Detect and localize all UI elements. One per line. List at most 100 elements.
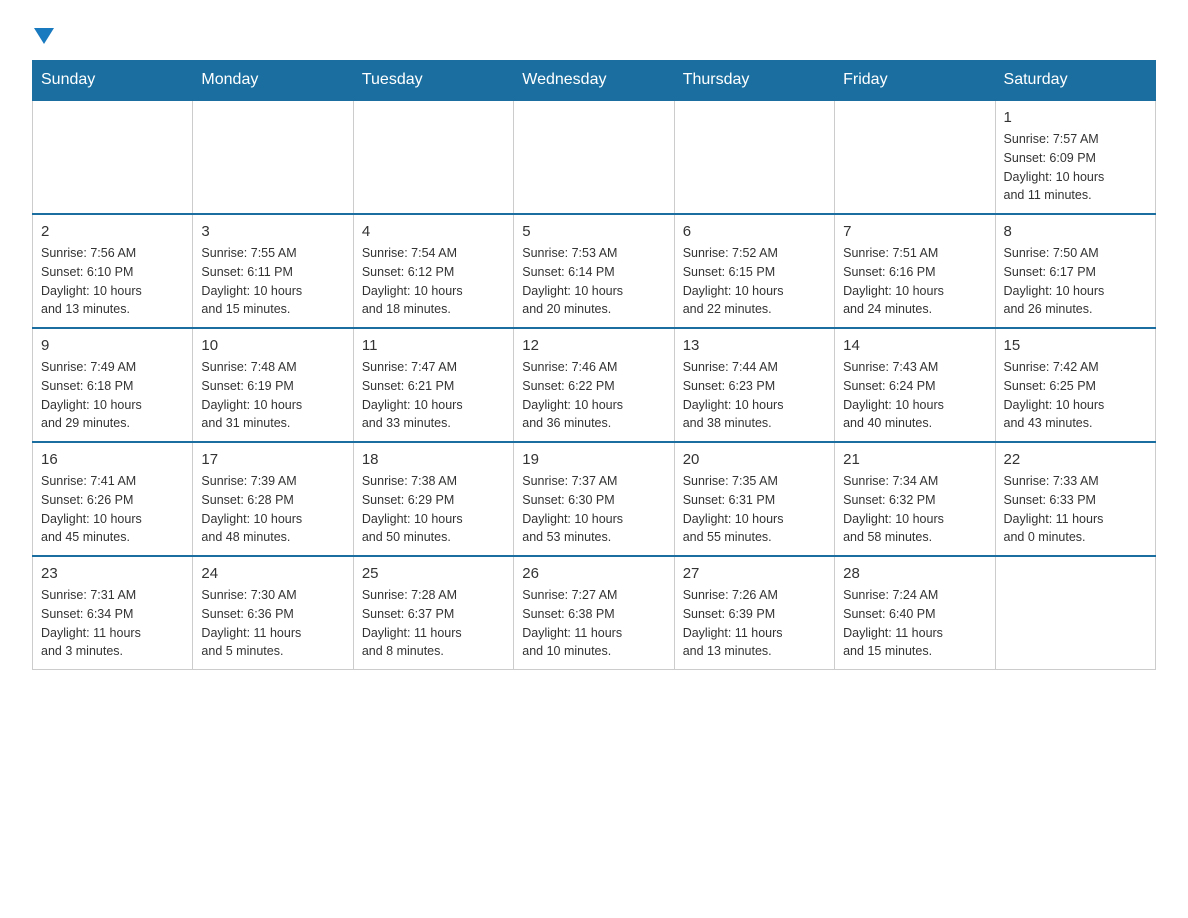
day-number: 13 [683,337,826,354]
day-number: 14 [843,337,986,354]
calendar-cell: 27 Sunrise: 7:26 AMSunset: 6:39 PMDayligh… [674,556,834,670]
day-info: Sunrise: 7:24 AMSunset: 6:40 PMDaylight:… [843,586,986,661]
day-number: 6 [683,223,826,240]
calendar-cell: 24 Sunrise: 7:30 AMSunset: 6:36 PMDayligh… [193,556,353,670]
calendar-cell [33,100,193,214]
day-number: 9 [41,337,184,354]
calendar-cell: 17Sunrise: 7:39 AMSunset: 6:28 PMDayligh… [193,442,353,556]
day-number: 11 [362,337,505,354]
day-number: 20 [683,451,826,468]
calendar-cell [835,100,995,214]
calendar-cell: 25 Sunrise: 7:28 AMSunset: 6:37 PMDayligh… [353,556,513,670]
day-info: Sunrise: 7:50 AMSunset: 6:17 PMDaylight:… [1004,244,1147,319]
day-info: Sunrise: 7:43 AMSunset: 6:24 PMDaylight:… [843,358,986,433]
day-number: 27 [683,565,826,582]
day-info: Sunrise: 7:38 AMSunset: 6:29 PMDaylight:… [362,472,505,547]
calendar-cell: 6 Sunrise: 7:52 AMSunset: 6:15 PMDaylight… [674,214,834,328]
header-saturday: Saturday [995,61,1155,101]
day-number: 16 [41,451,184,468]
calendar-cell: 11 Sunrise: 7:47 AMSunset: 6:21 PMDayligh… [353,328,513,442]
week-row-3: 9 Sunrise: 7:49 AMSunset: 6:18 PMDaylight… [33,328,1156,442]
logo [32,24,54,44]
day-info: Sunrise: 7:31 AMSunset: 6:34 PMDaylight:… [41,586,184,661]
day-info: Sunrise: 7:52 AMSunset: 6:15 PMDaylight:… [683,244,826,319]
calendar-table: SundayMondayTuesdayWednesdayThursdayFrid… [32,60,1156,670]
day-number: 2 [41,223,184,240]
header-tuesday: Tuesday [353,61,513,101]
calendar-cell: 2 Sunrise: 7:56 AMSunset: 6:10 PMDaylight… [33,214,193,328]
calendar-cell [353,100,513,214]
calendar-cell: 23 Sunrise: 7:31 AMSunset: 6:34 PMDayligh… [33,556,193,670]
day-info: Sunrise: 7:35 AMSunset: 6:31 PMDaylight:… [683,472,826,547]
calendar-cell [514,100,674,214]
day-number: 1 [1004,109,1147,126]
day-info: Sunrise: 7:46 AMSunset: 6:22 PMDaylight:… [522,358,665,433]
day-number: 18 [362,451,505,468]
day-info: Sunrise: 7:44 AMSunset: 6:23 PMDaylight:… [683,358,826,433]
page-header [32,24,1156,44]
day-info: Sunrise: 7:28 AMSunset: 6:37 PMDaylight:… [362,586,505,661]
header-thursday: Thursday [674,61,834,101]
day-number: 26 [522,565,665,582]
day-number: 5 [522,223,665,240]
day-number: 12 [522,337,665,354]
calendar-cell: 28 Sunrise: 7:24 AMSunset: 6:40 PMDayligh… [835,556,995,670]
logo-triangle-icon [34,28,54,44]
week-row-1: 1Sunrise: 7:57 AMSunset: 6:09 PMDaylight… [33,100,1156,214]
header-sunday: Sunday [33,61,193,101]
calendar-cell: 12 Sunrise: 7:46 AMSunset: 6:22 PMDayligh… [514,328,674,442]
header-monday: Monday [193,61,353,101]
day-number: 15 [1004,337,1147,354]
calendar-cell: 10 Sunrise: 7:48 AMSunset: 6:19 PMDayligh… [193,328,353,442]
week-row-2: 2 Sunrise: 7:56 AMSunset: 6:10 PMDaylight… [33,214,1156,328]
day-info: Sunrise: 7:56 AMSunset: 6:10 PMDaylight:… [41,244,184,319]
calendar-cell: 26 Sunrise: 7:27 AMSunset: 6:38 PMDayligh… [514,556,674,670]
day-info: Sunrise: 7:26 AMSunset: 6:39 PMDaylight:… [683,586,826,661]
day-number: 4 [362,223,505,240]
week-row-4: 16 Sunrise: 7:41 AMSunset: 6:26 PMDayligh… [33,442,1156,556]
calendar-cell: 21 Sunrise: 7:34 AMSunset: 6:32 PMDayligh… [835,442,995,556]
day-number: 25 [362,565,505,582]
day-number: 3 [201,223,344,240]
day-number: 21 [843,451,986,468]
day-info: Sunrise: 7:27 AMSunset: 6:38 PMDaylight:… [522,586,665,661]
day-info: Sunrise: 7:47 AMSunset: 6:21 PMDaylight:… [362,358,505,433]
header-wednesday: Wednesday [514,61,674,101]
calendar-cell [674,100,834,214]
calendar-cell: 9 Sunrise: 7:49 AMSunset: 6:18 PMDaylight… [33,328,193,442]
calendar-cell: 18 Sunrise: 7:38 AMSunset: 6:29 PMDayligh… [353,442,513,556]
calendar-cell: 22 Sunrise: 7:33 AMSunset: 6:33 PMDayligh… [995,442,1155,556]
calendar-cell: 13 Sunrise: 7:44 AMSunset: 6:23 PMDayligh… [674,328,834,442]
calendar-cell: 4 Sunrise: 7:54 AMSunset: 6:12 PMDaylight… [353,214,513,328]
day-number: 24 [201,565,344,582]
day-number: 28 [843,565,986,582]
calendar-cell: 5Sunrise: 7:53 AMSunset: 6:14 PMDaylight… [514,214,674,328]
calendar-cell: 3Sunrise: 7:55 AMSunset: 6:11 PMDaylight… [193,214,353,328]
day-info: Sunrise: 7:49 AMSunset: 6:18 PMDaylight:… [41,358,184,433]
day-info: Sunrise: 7:54 AMSunset: 6:12 PMDaylight:… [362,244,505,319]
day-info: Sunrise: 7:51 AMSunset: 6:16 PMDaylight:… [843,244,986,319]
calendar-cell: 14 Sunrise: 7:43 AMSunset: 6:24 PMDayligh… [835,328,995,442]
day-info: Sunrise: 7:48 AMSunset: 6:19 PMDaylight:… [201,358,344,433]
header-friday: Friday [835,61,995,101]
calendar-cell: 1Sunrise: 7:57 AMSunset: 6:09 PMDaylight… [995,100,1155,214]
day-info: Sunrise: 7:41 AMSunset: 6:26 PMDaylight:… [41,472,184,547]
calendar-cell: 15 Sunrise: 7:42 AMSunset: 6:25 PMDayligh… [995,328,1155,442]
day-info: Sunrise: 7:42 AMSunset: 6:25 PMDaylight:… [1004,358,1147,433]
day-info: Sunrise: 7:30 AMSunset: 6:36 PMDaylight:… [201,586,344,661]
calendar-cell: 19Sunrise: 7:37 AMSunset: 6:30 PMDayligh… [514,442,674,556]
day-number: 7 [843,223,986,240]
day-info: Sunrise: 7:37 AMSunset: 6:30 PMDaylight:… [522,472,665,547]
day-number: 10 [201,337,344,354]
day-number: 23 [41,565,184,582]
calendar-cell: 20 Sunrise: 7:35 AMSunset: 6:31 PMDayligh… [674,442,834,556]
day-number: 22 [1004,451,1147,468]
calendar-cell [193,100,353,214]
day-info: Sunrise: 7:33 AMSunset: 6:33 PMDaylight:… [1004,472,1147,547]
weekday-header-row: SundayMondayTuesdayWednesdayThursdayFrid… [33,61,1156,101]
day-info: Sunrise: 7:34 AMSunset: 6:32 PMDaylight:… [843,472,986,547]
week-row-5: 23 Sunrise: 7:31 AMSunset: 6:34 PMDayligh… [33,556,1156,670]
day-number: 8 [1004,223,1147,240]
day-info: Sunrise: 7:39 AMSunset: 6:28 PMDaylight:… [201,472,344,547]
calendar-cell: 8 Sunrise: 7:50 AMSunset: 6:17 PMDaylight… [995,214,1155,328]
